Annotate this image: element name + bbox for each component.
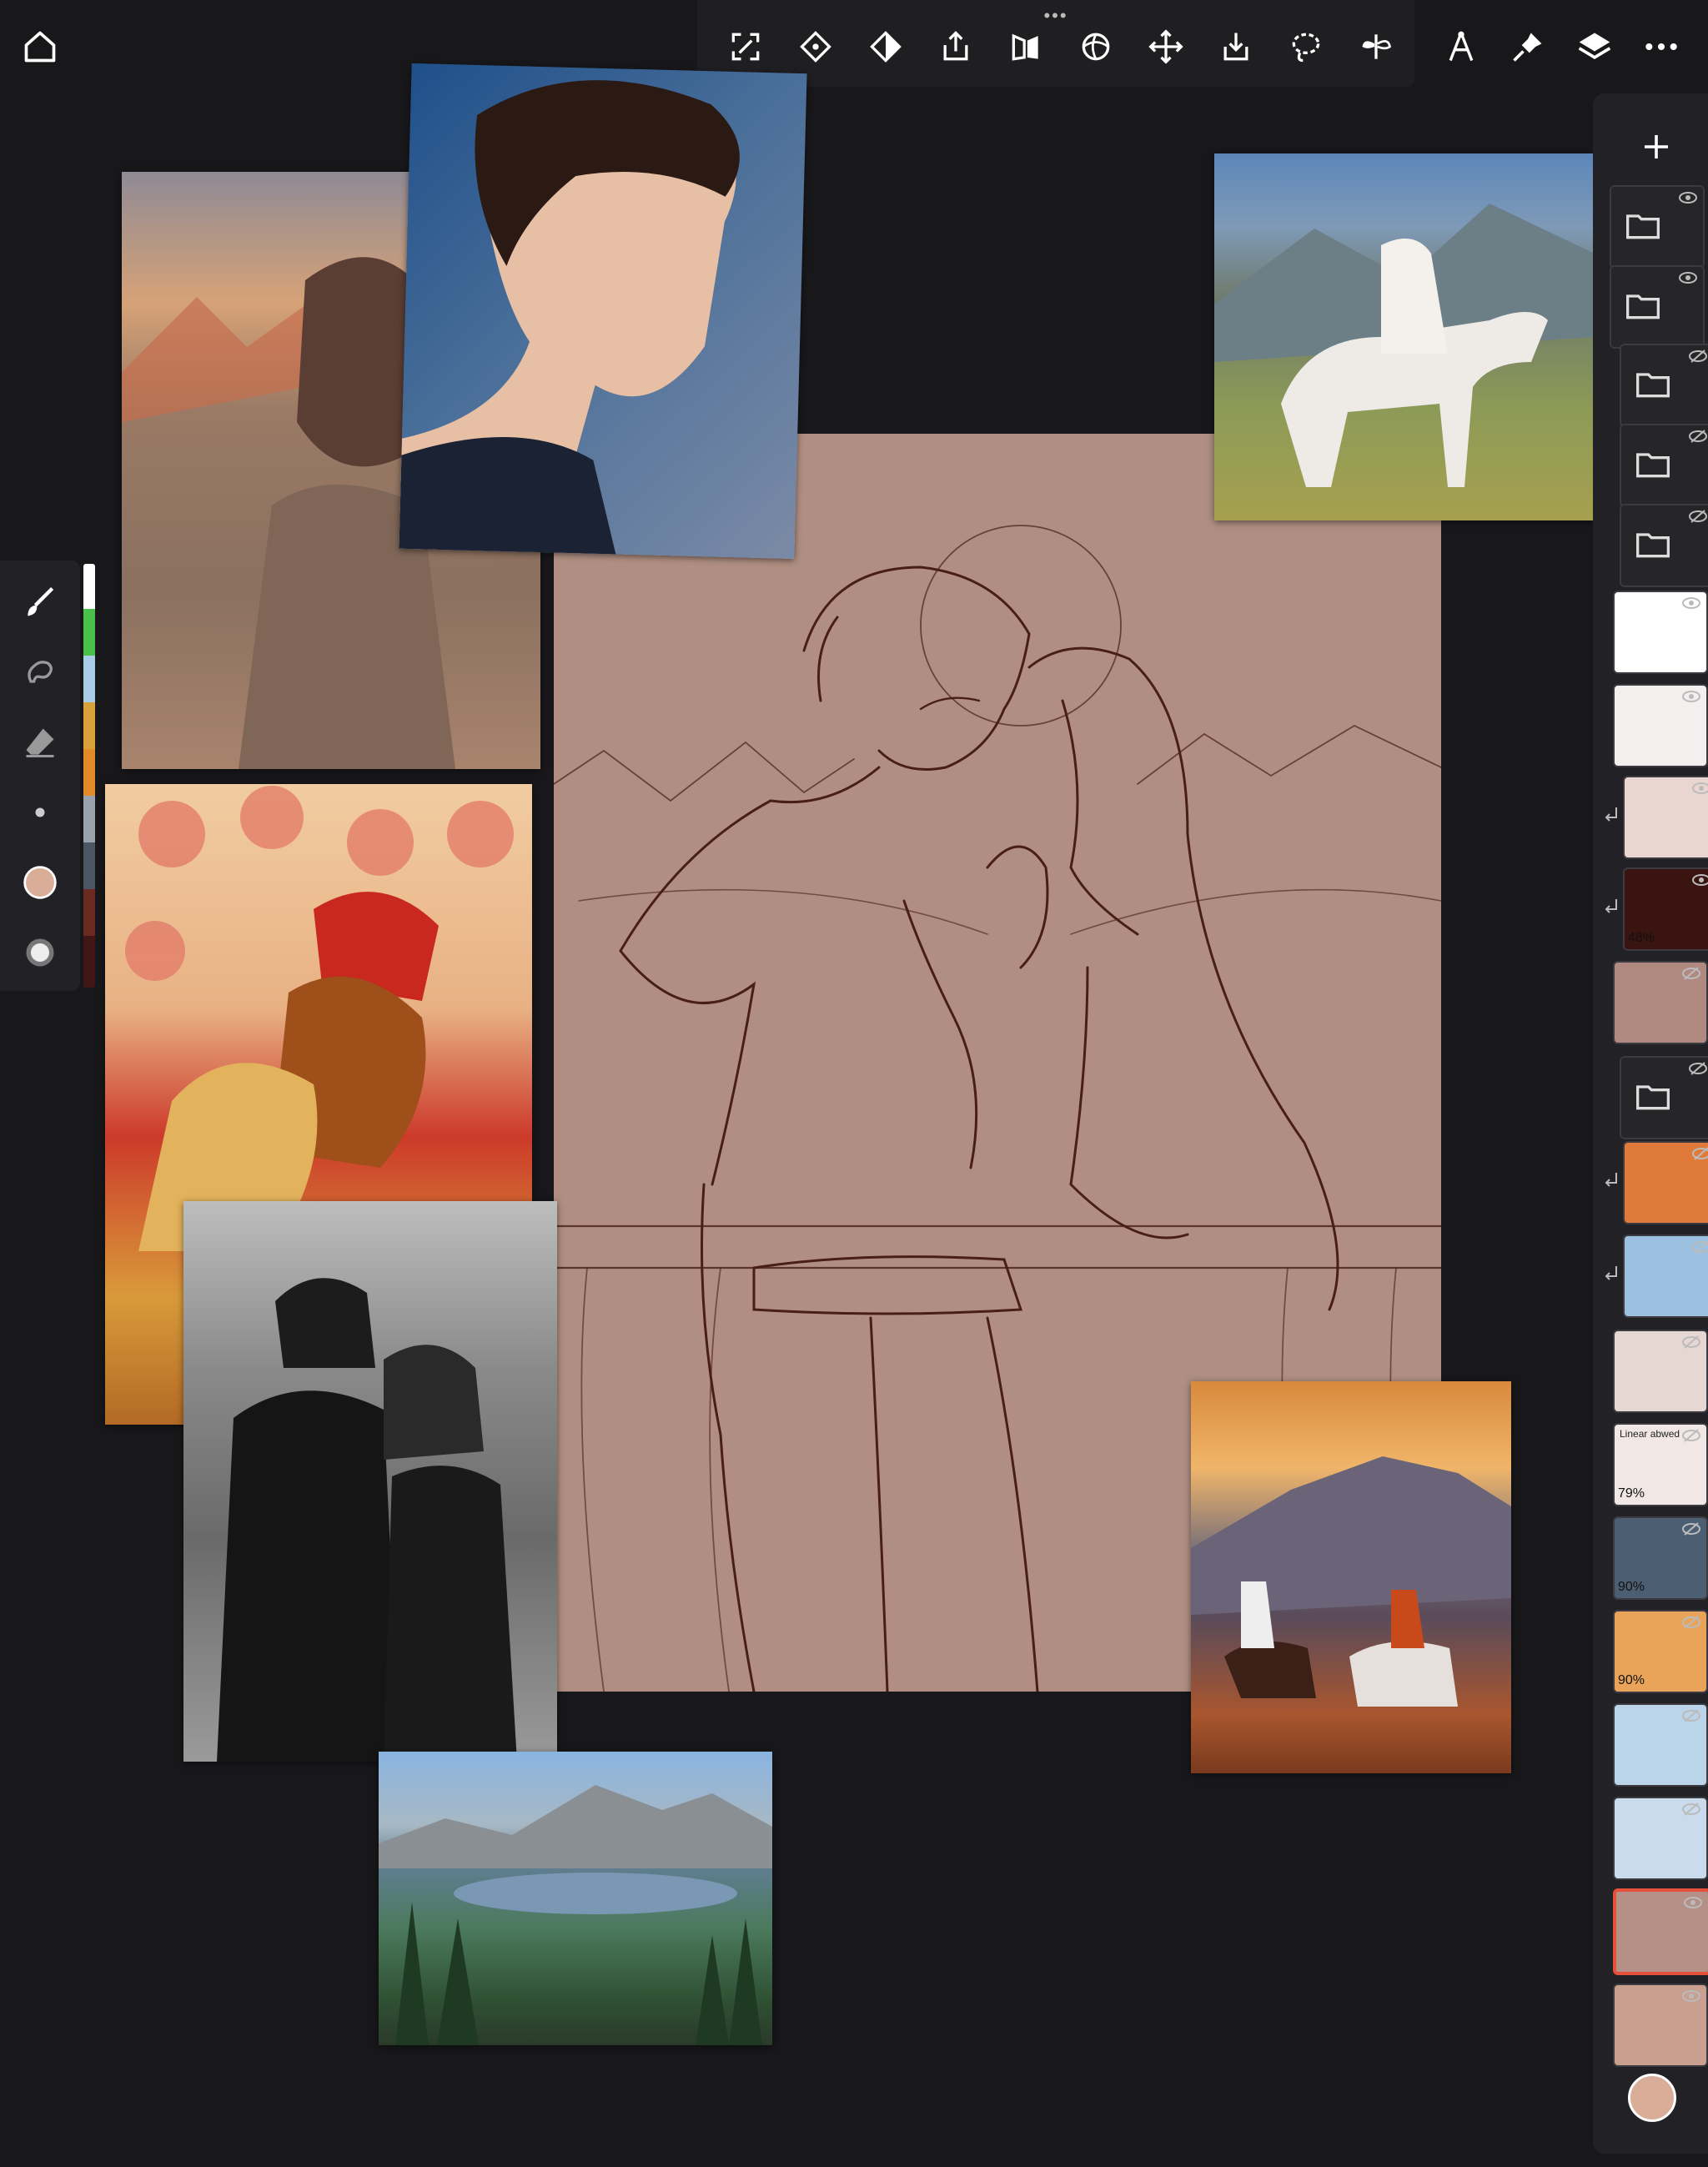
eye-icon[interactable] xyxy=(1691,781,1708,796)
folder-icon xyxy=(1635,447,1671,480)
lasso-icon[interactable] xyxy=(1288,28,1324,65)
reference-photo-profile-portrait[interactable] xyxy=(399,63,807,560)
symmetry-icon[interactable] xyxy=(1007,28,1044,65)
folder-icon xyxy=(1635,367,1671,400)
layer-thumbnail[interactable] xyxy=(1613,1797,1708,1880)
home-icon[interactable] xyxy=(22,28,58,65)
export-icon[interactable] xyxy=(937,28,974,65)
add-layer-icon[interactable] xyxy=(1636,127,1676,167)
clipping-mask-icon xyxy=(1603,1265,1620,1285)
toolbar-grip[interactable]: ••• xyxy=(1043,7,1068,25)
color-picker-button[interactable] xyxy=(1628,2074,1676,2122)
layer-thumbnail[interactable] xyxy=(1623,1234,1708,1318)
layer-thumbnail[interactable] xyxy=(1613,1330,1708,1413)
eye-icon[interactable] xyxy=(1681,1989,1701,2004)
folder-icon xyxy=(1635,527,1671,561)
eye-icon[interactable] xyxy=(1681,596,1701,611)
eraser-icon[interactable] xyxy=(22,724,58,761)
transform-icon[interactable] xyxy=(727,28,764,65)
eye-hidden-icon[interactable] xyxy=(1681,1335,1701,1350)
layer-thumbnail[interactable] xyxy=(1623,776,1708,859)
eye-hidden-icon[interactable] xyxy=(1691,1239,1708,1254)
folder-icon xyxy=(1625,209,1661,242)
eye-hidden-icon[interactable] xyxy=(1681,1802,1701,1817)
reference-photo-mountain-lake[interactable] xyxy=(379,1752,772,2045)
layer-thumbnail[interactable] xyxy=(1613,591,1708,674)
layer-group[interactable] xyxy=(1620,344,1708,427)
reference-painting-rider-white-horse[interactable] xyxy=(1214,153,1595,520)
layer-thumbnail[interactable] xyxy=(1613,961,1708,1044)
layer-opacity-label: 90% xyxy=(1618,1580,1645,1594)
perspective-icon[interactable] xyxy=(1078,28,1114,65)
eye-hidden-icon[interactable] xyxy=(1688,429,1708,444)
clipping-mask-icon xyxy=(1603,806,1620,826)
eye-hidden-icon[interactable] xyxy=(1688,349,1708,364)
clipping-mask-icon xyxy=(1603,897,1620,918)
layer-opacity-label: 90% xyxy=(1618,1673,1645,1687)
eye-hidden-icon[interactable] xyxy=(1681,1708,1701,1723)
mirror-icon[interactable] xyxy=(1358,28,1394,65)
layer-thumbnail[interactable] xyxy=(1613,1888,1708,1975)
layer-thumbnail[interactable]: 90% xyxy=(1613,1610,1708,1693)
brush-icon[interactable] xyxy=(22,584,58,621)
color-history-strip[interactable] xyxy=(83,564,95,988)
layer-group[interactable] xyxy=(1620,424,1708,507)
smudge-icon[interactable] xyxy=(22,654,58,691)
eye-hidden-icon[interactable] xyxy=(1681,966,1701,981)
layer-thumbnail[interactable]: 48% xyxy=(1623,867,1708,951)
opacity-icon[interactable] xyxy=(22,934,58,971)
bucket-fill-icon[interactable] xyxy=(867,28,904,65)
brush-toolbar xyxy=(0,561,80,991)
move-icon[interactable] xyxy=(1148,28,1184,65)
ruler-icon[interactable] xyxy=(1443,28,1479,65)
layer-thumbnail[interactable] xyxy=(1613,1983,1708,2067)
blend-mode-label: Linear abwed xyxy=(1620,1428,1680,1440)
layer-thumbnail[interactable] xyxy=(1613,684,1708,767)
import-icon[interactable] xyxy=(1218,28,1254,65)
current-color-swatch-icon[interactable] xyxy=(22,864,58,901)
eye-hidden-icon[interactable] xyxy=(1688,509,1708,524)
layer-group[interactable] xyxy=(1610,185,1705,269)
pin-icon[interactable] xyxy=(1510,28,1546,65)
layer-opacity-label: 79% xyxy=(1618,1486,1645,1501)
layer-opacity-label: 48% xyxy=(1628,931,1655,945)
folder-icon xyxy=(1625,289,1661,322)
eye-icon[interactable] xyxy=(1678,190,1698,205)
brush-size-dot-icon[interactable] xyxy=(22,794,58,831)
eye-icon[interactable] xyxy=(1691,872,1708,887)
eye-hidden-icon[interactable] xyxy=(1681,1615,1701,1630)
layer-group[interactable] xyxy=(1620,1056,1708,1139)
layer-thumbnail[interactable] xyxy=(1613,1703,1708,1787)
layer-group[interactable] xyxy=(1610,265,1705,349)
eye-icon[interactable] xyxy=(1681,689,1701,704)
eye-icon[interactable] xyxy=(1683,1895,1703,1910)
eye-icon[interactable] xyxy=(1678,270,1698,285)
folder-icon xyxy=(1635,1079,1671,1113)
eye-hidden-icon[interactable] xyxy=(1681,1428,1701,1443)
eye-hidden-icon[interactable] xyxy=(1681,1521,1701,1536)
selection-fill-icon[interactable] xyxy=(797,28,834,65)
eye-hidden-icon[interactable] xyxy=(1688,1061,1708,1076)
layer-group[interactable] xyxy=(1620,504,1708,587)
eye-hidden-icon[interactable] xyxy=(1691,1146,1708,1161)
clipping-mask-icon xyxy=(1603,1171,1620,1191)
reference-painting-riders-sunset[interactable] xyxy=(1191,1381,1511,1773)
layer-thumbnail[interactable]: Linear abwed 79% xyxy=(1613,1423,1708,1506)
reference-photo-black-white-couple[interactable] xyxy=(183,1201,557,1762)
layers-icon[interactable] xyxy=(1576,28,1613,65)
layer-thumbnail[interactable] xyxy=(1623,1141,1708,1224)
layer-thumbnail[interactable]: 90% xyxy=(1613,1516,1708,1600)
more-icon[interactable] xyxy=(1643,28,1680,65)
